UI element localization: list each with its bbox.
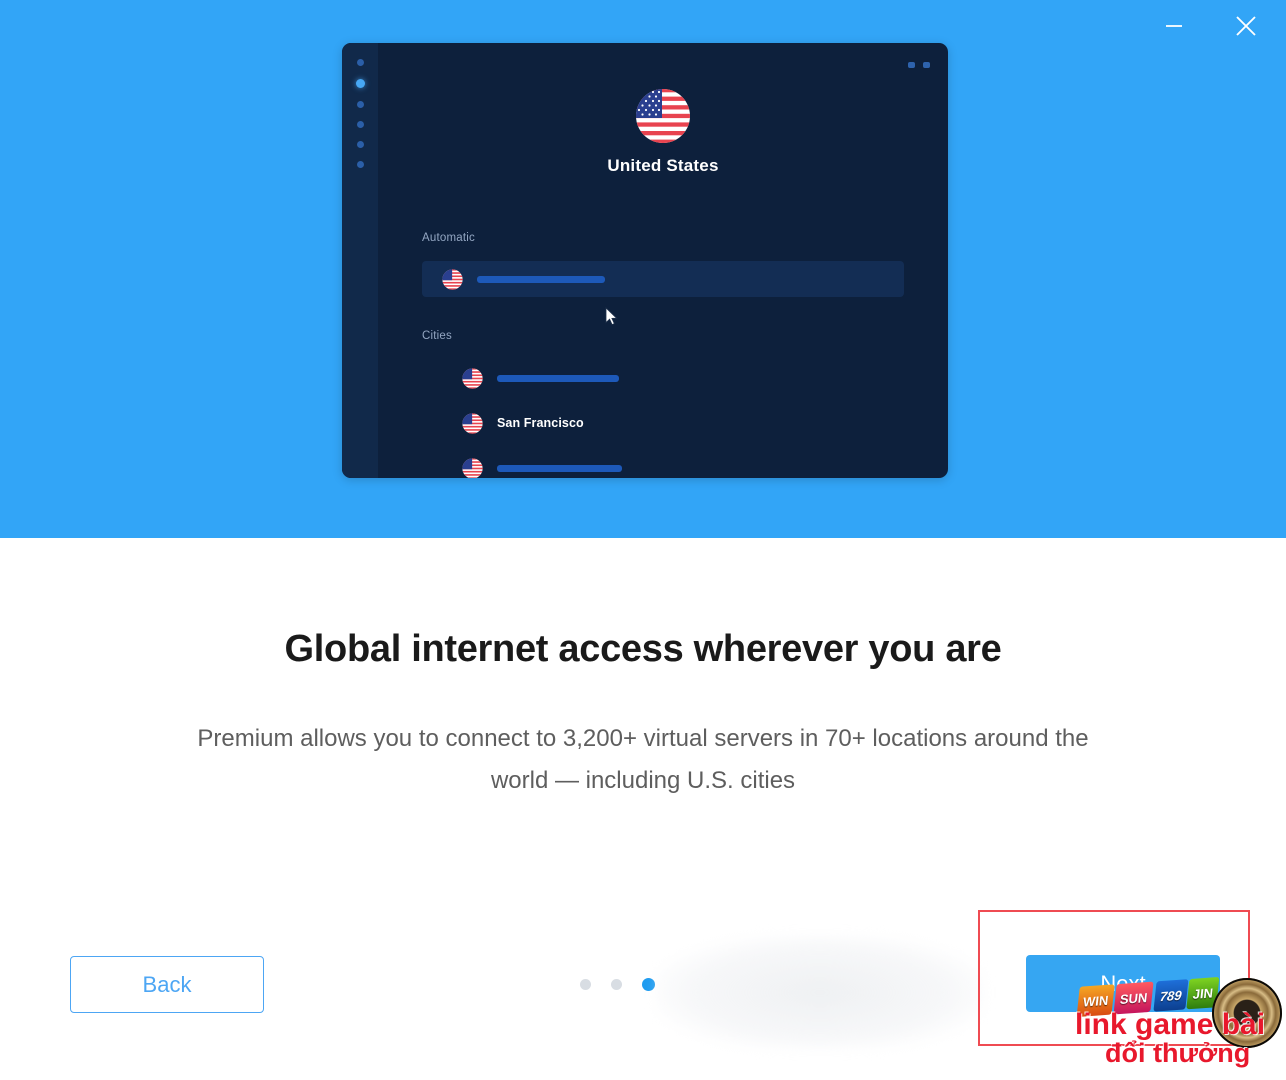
us-flag-icon: [636, 89, 690, 143]
sidebar-nav-dot[interactable]: [356, 101, 364, 108]
city-label: San Francisco: [497, 416, 584, 430]
redacted-city-name: [497, 374, 619, 382]
screenshot-root: United States Automatic Cities San Franc…: [0, 0, 1286, 1080]
us-flag-icon: [462, 457, 483, 478]
us-flag-icon: [462, 412, 483, 434]
redacted-city-name: [497, 464, 622, 472]
us-flag-icon: [442, 268, 463, 290]
city-row-san-francisco[interactable]: San Francisco: [422, 405, 584, 441]
page-subtitle: Premium allows you to connect to 3,200+ …: [197, 725, 1089, 794]
city-row[interactable]: [422, 360, 619, 396]
sidebar-nav-dot[interactable]: [356, 121, 364, 128]
pagination-dot-1[interactable]: [580, 979, 591, 990]
sidebar-nav-dot[interactable]: [356, 161, 364, 168]
page-title: Global internet access wherever you are: [284, 628, 1002, 670]
minimize-button[interactable]: [1152, 4, 1196, 48]
app-preview-sidebar: [342, 43, 378, 478]
back-button[interactable]: Back: [70, 956, 264, 1013]
country-title: United States: [607, 156, 719, 175]
window-controls: [1116, 0, 1286, 52]
sidebar-nav-dot[interactable]: [356, 141, 364, 148]
redacted-server-name: [477, 275, 605, 283]
sidebar-nav-dot-active[interactable]: [355, 79, 365, 88]
section-label-automatic: Automatic: [422, 232, 475, 244]
close-icon: [1236, 16, 1256, 36]
app-preview-content: United States Automatic Cities San Franc…: [378, 43, 948, 478]
us-flag-icon: [462, 367, 483, 389]
app-preview-window: United States Automatic Cities San Franc…: [342, 43, 948, 478]
minimize-icon: [1166, 25, 1182, 27]
city-row[interactable]: [422, 450, 622, 478]
close-button[interactable]: [1224, 4, 1268, 48]
next-button[interactable]: Next: [1026, 955, 1220, 1012]
pagination-dot-3-active[interactable]: [642, 978, 655, 991]
pagination-dot-2[interactable]: [611, 979, 622, 990]
section-label-cities: Cities: [422, 330, 452, 342]
server-row-automatic[interactable]: [422, 261, 904, 297]
pagination-dots: [580, 978, 655, 991]
hero-banner: United States Automatic Cities San Franc…: [0, 0, 1286, 538]
sidebar-nav-dot[interactable]: [356, 59, 364, 66]
